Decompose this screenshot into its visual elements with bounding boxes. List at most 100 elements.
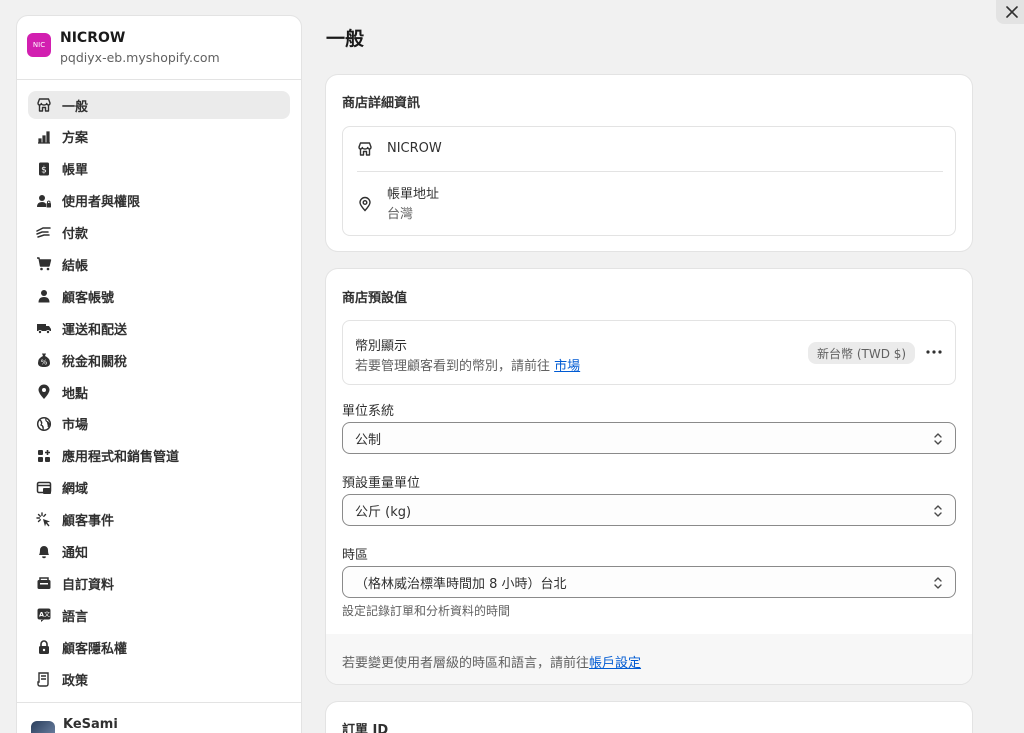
sidebar-item-notifications[interactable]: 通知 [28, 537, 290, 565]
svg-text:$: $ [41, 165, 47, 175]
tax-icon: % [35, 351, 53, 369]
user-name: KeSami [63, 717, 118, 732]
page-title: 一般 [326, 28, 365, 50]
bell-icon [35, 542, 53, 560]
store-details-card: 商店詳細資訊 NICROW 帳單地址 台灣 [326, 75, 972, 251]
settings-nav: 一般 方案 $ 帳單 使用者與權限 付款 結帳 顧客帳號 運送和配送 % 稅金和… [17, 80, 301, 693]
location-icon [359, 196, 371, 212]
weight-unit-select[interactable]: 公斤 (kg) [342, 494, 956, 526]
store-avatar: NIC [27, 32, 51, 57]
settings-sidebar: NIC NICROW pqdiyx-eb.myshopify.com 一般 方案… [16, 15, 302, 733]
location-icon [35, 383, 53, 401]
sidebar-item-general[interactable]: 一般 [28, 91, 290, 119]
store-icon [358, 142, 372, 156]
unit-system-select[interactable]: 公制 [342, 422, 956, 454]
sidebar-item-label: 自訂資料 [62, 577, 115, 593]
sidebar-item-languages[interactable]: A文 語言 [28, 601, 290, 629]
users-lock-icon [35, 192, 53, 210]
sidebar-item-customer-events[interactable]: 顧客事件 [28, 506, 290, 534]
timezone-select[interactable]: （格林威治標準時間加 8 小時）台北 [342, 566, 956, 598]
sidebar-item-payments[interactable]: 付款 [28, 219, 290, 247]
billing-address-value: 台灣 [387, 207, 414, 222]
account-settings-link[interactable]: 帳戶設定 [589, 656, 641, 671]
store-name: NICROW [60, 29, 126, 46]
store-details-box: NICROW 帳單地址 台灣 [342, 126, 956, 236]
domain-icon [35, 479, 53, 497]
sidebar-item-label: 語言 [62, 609, 89, 625]
policy-icon [35, 670, 53, 688]
billing-address-row[interactable]: 帳單地址 台灣 [343, 172, 955, 237]
more-horizontal-icon [926, 350, 942, 354]
globe-icon [35, 415, 53, 433]
store-defaults-card: 商店預設值 幣別顯示 若要管理顧客看到的幣別，請前往 市場 新台幣 (TWD $… [326, 269, 972, 684]
footer-desc: 若要變更使用者層級的時區和語言，請前往 [342, 656, 590, 671]
store-header[interactable]: NIC NICROW pqdiyx-eb.myshopify.com [17, 16, 301, 80]
apps-icon [35, 447, 53, 465]
currency-display-title: 幣別顯示 [355, 339, 408, 354]
sidebar-item-label: 一般 [62, 99, 89, 115]
currency-display-desc: 若要管理顧客看到的幣別，請前往 市場 [355, 355, 580, 374]
chart-icon [35, 128, 53, 146]
sidebar-item-label: 顧客隱私權 [62, 641, 128, 657]
sidebar-item-label: 方案 [62, 131, 89, 147]
sidebar-item-checkout[interactable]: 結帳 [28, 250, 290, 278]
language-icon: A文 [35, 606, 53, 624]
footer-text: 若要變更使用者層級的時區和語言，請前往帳戶設定 [342, 652, 641, 671]
sidebar-item-markets[interactable]: 市場 [28, 410, 290, 438]
unit-system-value: 公制 [355, 432, 382, 448]
timezone-help-text: 設定記錄訂單和分析資料的時間 [342, 604, 511, 618]
payment-icon [35, 224, 53, 242]
sidebar-item-taxes[interactable]: % 稅金和關稅 [28, 346, 290, 374]
timezone-value: （格林威治標準時間加 8 小時）台北 [355, 576, 567, 592]
cursor-click-icon [35, 511, 53, 529]
sidebar-item-label: 應用程式和銷售管道 [62, 450, 180, 466]
close-icon [1006, 6, 1018, 18]
close-button[interactable] [996, 0, 1024, 24]
sidebar-item-plan[interactable]: 方案 [28, 123, 290, 151]
weight-unit-label: 預設重量單位 [342, 476, 421, 491]
sidebar-item-label: 市場 [62, 418, 89, 434]
svg-text:文: 文 [44, 611, 50, 619]
sidebar-item-label: 顧客事件 [62, 514, 115, 530]
sidebar-item-custom-data[interactable]: 自訂資料 [28, 569, 290, 597]
sidebar-item-shipping[interactable]: 運送和配送 [28, 314, 290, 342]
timezone-label: 時區 [342, 548, 369, 563]
select-chevron-icon [934, 505, 942, 517]
card-title: 訂單 ID [342, 723, 389, 733]
sidebar-item-apps[interactable]: 應用程式和銷售管道 [28, 442, 290, 470]
sidebar-item-locations[interactable]: 地點 [28, 378, 290, 406]
sidebar-item-users[interactable]: 使用者與權限 [28, 187, 290, 215]
sidebar-item-privacy[interactable]: 顧客隱私權 [28, 633, 290, 661]
user-account[interactable]: KeSami [17, 702, 301, 733]
sidebar-item-label: 結帳 [62, 258, 89, 274]
sidebar-item-label: 網域 [62, 482, 89, 498]
sidebar-item-label: 地點 [62, 386, 89, 402]
select-chevron-icon [934, 577, 942, 589]
card-title: 商店詳細資訊 [342, 96, 421, 111]
sidebar-item-policies[interactable]: 政策 [28, 665, 290, 693]
weight-unit-value: 公斤 (kg) [355, 504, 412, 520]
card-footer: 若要變更使用者層級的時區和語言，請前往帳戶設定 [326, 634, 972, 684]
sidebar-item-label: 稅金和關稅 [62, 354, 128, 370]
currency-desc-text: 若要管理顧客看到的幣別，請前往 [355, 359, 555, 374]
sidebar-item-label: 通知 [62, 545, 89, 561]
cart-icon [35, 255, 53, 273]
markets-link[interactable]: 市場 [554, 359, 580, 374]
sidebar-item-label: 使用者與權限 [62, 195, 141, 211]
store-name-value: NICROW [387, 141, 442, 156]
unit-system-label: 單位系統 [342, 404, 395, 419]
select-chevron-icon [934, 433, 942, 445]
sidebar-item-domains[interactable]: 網域 [28, 474, 290, 502]
svg-text:%: % [41, 359, 48, 367]
currency-more-button[interactable] [923, 341, 945, 363]
currency-badge: 新台幣 (TWD $) [808, 342, 916, 364]
currency-display-box: 幣別顯示 若要管理顧客看到的幣別，請前往 市場 新台幣 (TWD $) [342, 320, 956, 385]
card-title: 商店預設值 [342, 291, 408, 306]
sidebar-item-label: 政策 [62, 673, 89, 689]
billing-address-label: 帳單地址 [387, 187, 440, 202]
sidebar-item-customer-accounts[interactable]: 顧客帳號 [28, 282, 290, 310]
store-name-row[interactable]: NICROW [343, 127, 955, 171]
sidebar-item-billing[interactable]: $ 帳單 [28, 155, 290, 183]
order-id-card: 訂單 ID [326, 702, 972, 733]
sidebar-item-label: 帳單 [62, 163, 89, 179]
